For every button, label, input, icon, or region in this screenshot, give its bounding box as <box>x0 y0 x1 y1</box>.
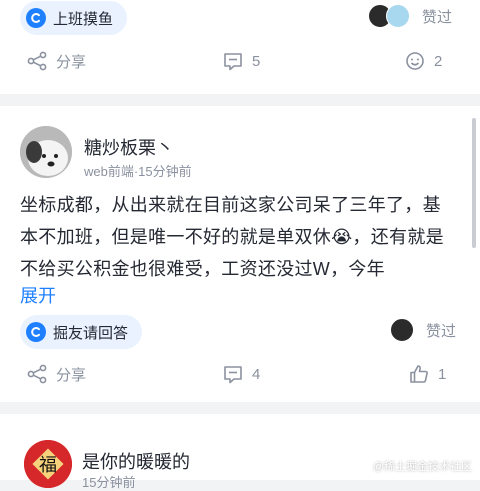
comment-count: 5 <box>252 52 261 70</box>
post-card-3: 福 是你的暖暖的 15分钟前 @稀土掘金技术社区 <box>0 414 480 490</box>
author-meta: web前端·15分钟前 <box>84 164 192 179</box>
share-button[interactable]: 分享 <box>26 359 86 389</box>
share-label: 分享 <box>56 366 87 384</box>
scrollbar[interactable] <box>472 118 476 248</box>
topic-tag-label: 掘友请回答 <box>53 324 129 342</box>
expand-link[interactable]: 展开 <box>20 282 56 308</box>
topic-tag[interactable]: 上班摸鱼 <box>20 1 128 35</box>
comment-button[interactable]: 4 <box>222 359 260 389</box>
topic-icon <box>26 8 46 28</box>
react-button[interactable]: 2 <box>404 46 442 76</box>
smiley-icon <box>406 52 424 70</box>
share-icon <box>27 51 47 71</box>
action-bar: 分享 5 2 <box>0 46 480 76</box>
thumbs-up-icon <box>410 365 428 383</box>
likers[interactable]: 赞过 <box>368 4 452 28</box>
post-card-1: 上班摸鱼 赞过 分享 5 2 <box>0 0 480 94</box>
avatar-glyph: 福 <box>39 455 57 475</box>
author-avatar[interactable] <box>20 126 72 178</box>
comment-icon <box>224 53 242 71</box>
comment-count: 4 <box>252 365 261 383</box>
author-name[interactable]: 糖炒板栗丶 <box>84 134 174 160</box>
author-meta: 15分钟前 <box>82 475 136 490</box>
watermark: @稀土掘金技术社区 <box>372 461 472 473</box>
share-icon <box>27 364 47 384</box>
post-card-2: 糖炒板栗丶 web前端·15分钟前 坐标成都，从出来就在目前这家公司呆了三年了，… <box>0 106 480 402</box>
liked-label: 赞过 <box>426 322 457 340</box>
liker-avatar <box>390 318 414 342</box>
comment-icon <box>224 366 242 384</box>
like-count: 1 <box>438 365 447 383</box>
action-bar: 分享 4 1 <box>0 359 480 389</box>
author-name[interactable]: 是你的暖暖的 <box>82 448 190 474</box>
topic-tag[interactable]: 掘友请回答 <box>20 315 143 349</box>
liked-label: 赞过 <box>422 8 453 26</box>
liker-avatar <box>386 4 410 28</box>
likers[interactable]: 赞过 <box>390 318 456 342</box>
post-content: 坐标成都，从出来就在目前这家公司呆了三年了，基本不加班，但是唯一不好的就是单双休… <box>20 195 444 279</box>
comment-button[interactable]: 5 <box>222 46 260 76</box>
share-button[interactable]: 分享 <box>26 46 86 76</box>
topic-icon <box>26 322 46 342</box>
share-label: 分享 <box>56 53 87 71</box>
like-button[interactable]: 1 <box>408 359 446 389</box>
topic-tag-label: 上班摸鱼 <box>53 10 114 28</box>
react-count: 2 <box>434 52 443 70</box>
